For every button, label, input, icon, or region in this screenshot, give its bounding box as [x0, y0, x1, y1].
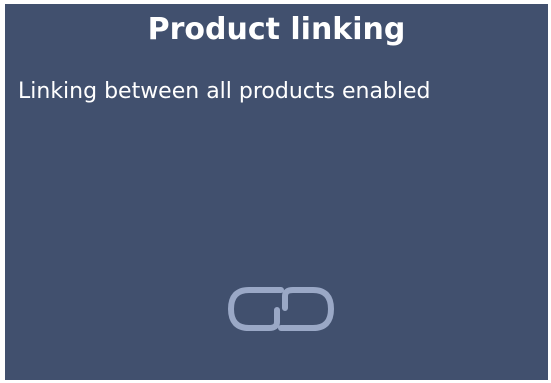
card-title: Product linking	[147, 12, 406, 47]
link-icon	[228, 287, 334, 331]
product-linking-card: Product linking Linking between all prod…	[5, 4, 548, 380]
card-description: Linking between all products enabled	[18, 79, 431, 104]
